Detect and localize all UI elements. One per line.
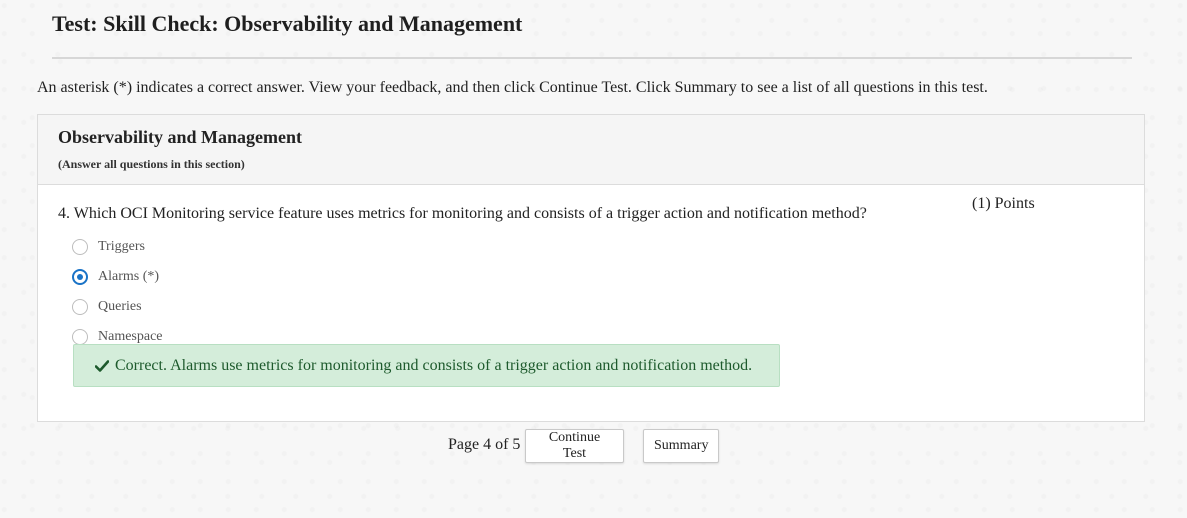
answer-options: Triggers Alarms (*) Queries Namespace — [72, 232, 163, 352]
title-divider — [52, 57, 1132, 59]
feedback-banner: Correct. Alarms use metrics for monitori… — [73, 344, 780, 387]
instructions-text: An asterisk (*) indicates a correct answ… — [37, 79, 988, 96]
question-points: (1) Points — [972, 195, 1035, 212]
page-title: Test: Skill Check: Observability and Man… — [52, 11, 523, 36]
option-label: Namespace — [98, 329, 163, 344]
continue-test-button[interactable]: Continue Test — [525, 429, 624, 463]
option-label: Alarms (*) — [98, 269, 160, 284]
option-label: Triggers — [98, 239, 145, 254]
section-header: Observability and Management (Answer all… — [38, 115, 1144, 185]
radio-button[interactable] — [72, 329, 88, 345]
section-card: Observability and Management (Answer all… — [37, 114, 1145, 422]
page-indicator: Page 4 of 5 — [448, 436, 521, 453]
feedback-text: Correct. Alarms use metrics for monitori… — [115, 356, 753, 374]
check-icon — [95, 359, 109, 372]
radio-button-selected[interactable] — [72, 269, 88, 285]
section-title: Observability and Management — [58, 127, 303, 147]
section-subtitle: (Answer all questions in this section) — [58, 157, 245, 171]
option-alarms[interactable]: Alarms (*) — [72, 262, 163, 292]
radio-button[interactable] — [72, 299, 88, 315]
summary-button[interactable]: Summary — [643, 429, 719, 463]
question-text: 4. Which OCI Monitoring service feature … — [58, 205, 867, 222]
radio-button[interactable] — [72, 239, 88, 255]
option-label: Queries — [98, 299, 142, 314]
option-triggers[interactable]: Triggers — [72, 232, 163, 262]
option-queries[interactable]: Queries — [72, 292, 163, 322]
